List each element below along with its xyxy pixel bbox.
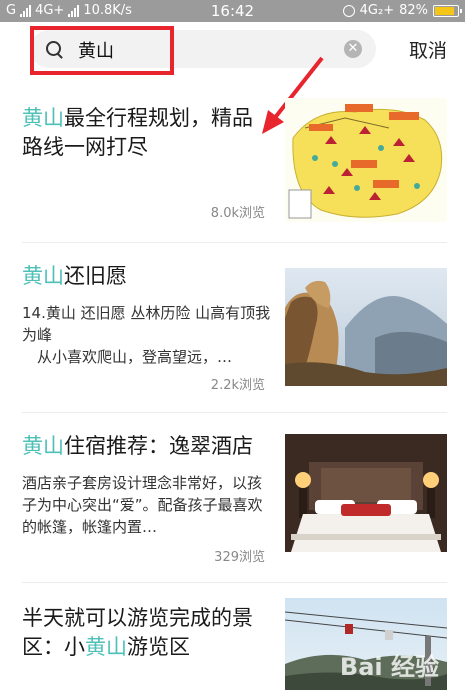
article-title: 黄山最全行程规划，精品路线一网打尽 — [22, 104, 272, 162]
article-thumbnail — [285, 434, 447, 552]
title-keyword: 黄山 — [22, 106, 64, 130]
article-description: 14.黄山 还旧愿 丛林历险 山高有顶我为峰 从小喜欢爬山，登高望远，… — [22, 304, 271, 366]
article-item-4[interactable]: 半天就可以游览完成的景区：小黄山游览区 Bai 经验 — [0, 582, 465, 690]
article-thumbnail: Bai 经验 — [285, 598, 447, 690]
hotel-room-image — [285, 434, 447, 552]
article-item-2[interactable]: 黄山还旧愿 14.黄山 还旧愿 丛林历险 山高有顶我为峰 从小喜欢爬山，登高望远… — [0, 242, 465, 412]
article-title: 半天就可以游览完成的景区：小黄山游览区 — [22, 604, 272, 662]
status-bar: G 4G+ 10.8K/s 16:42 4G₂+ 82% — [0, 0, 465, 22]
view-count: 2.2k浏览 — [210, 378, 265, 393]
annotation-highlight-box — [30, 26, 174, 75]
article-description: 酒店亲子套房设计理念非常好，以孩子为中心突出“爱”。配备孩子最喜欢的帐篷，帐篷内… — [22, 474, 263, 536]
watermark: Bai 经验 — [339, 653, 439, 681]
article-list: 黄山最全行程规划，精品路线一网打尽 8.0k浏览 黄山还旧愿 14.黄山 还旧愿… — [0, 82, 465, 690]
article-item-1[interactable]: 黄山最全行程规划，精品路线一网打尽 8.0k浏览 — [0, 82, 465, 242]
article-item-3[interactable]: 黄山住宿推荐：逸翠酒店 酒店亲子套房设计理念非常好，以孩子为中心突出“爱”。配备… — [0, 412, 465, 582]
view-count: 329浏览 — [214, 550, 265, 565]
article-title: 黄山还旧愿 — [22, 262, 272, 291]
battery-icon — [433, 4, 462, 17]
article-title: 黄山住宿推荐：逸翠酒店 — [22, 432, 272, 461]
article-thumbnail — [285, 268, 447, 386]
title-text: 住宿推荐：逸翠酒店 — [64, 434, 253, 458]
battery-percent: 82% — [399, 3, 428, 18]
title-text: 还旧愿 — [64, 264, 127, 288]
status-right: 4G₂+ 82% — [342, 3, 462, 18]
title-keyword: 黄山 — [85, 635, 127, 659]
alarm-icon — [342, 4, 355, 17]
network-label-right: 4G₂+ — [359, 3, 395, 18]
title-keyword: 黄山 — [22, 264, 64, 288]
view-count: 8.0k浏览 — [210, 206, 265, 221]
cancel-button[interactable]: 取消 — [409, 36, 447, 63]
title-keyword: 黄山 — [22, 434, 64, 458]
map-image — [285, 98, 447, 222]
mountain-image — [285, 268, 447, 386]
article-thumbnail — [285, 98, 447, 222]
title-text: 游览区 — [127, 635, 190, 659]
clear-icon[interactable]: ✕ — [344, 40, 362, 58]
